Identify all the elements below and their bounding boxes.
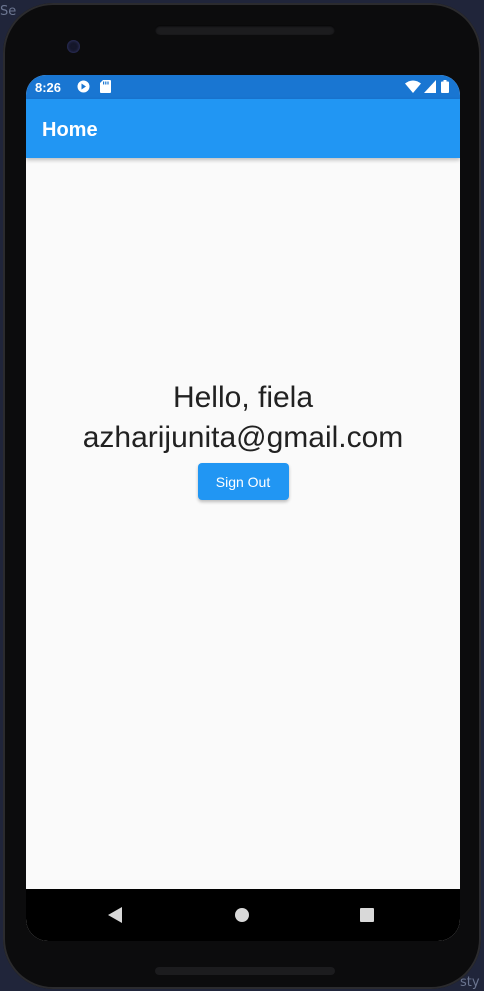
google-play-icon <box>77 80 90 96</box>
greeting-text: Hello, fiela <box>172 381 314 414</box>
app-bar: Home <box>26 99 460 158</box>
emulator-window: Se sty 8:26 Home Hello, fiela azharijuni… <box>0 0 484 991</box>
user-info: Hello, fiela azharijunita@gmail.com Sign… <box>26 378 460 500</box>
speaker-grille <box>155 25 335 35</box>
back-icon[interactable] <box>108 907 122 923</box>
sign-out-button[interactable]: Sign Out <box>197 463 289 500</box>
email-text: azharijunita@gmail.com <box>82 421 404 454</box>
background-text: Se <box>0 4 17 19</box>
wifi-icon <box>405 80 421 96</box>
sd-card-icon <box>100 80 111 96</box>
device-screen: 8:26 Home Hello, fiela azharijunita@gmai… <box>26 75 460 941</box>
battery-icon <box>441 80 449 96</box>
front-camera-icon <box>67 40 80 53</box>
recents-icon[interactable] <box>360 908 374 922</box>
phone-frame: 8:26 Home Hello, fiela azharijunita@gmai… <box>3 3 481 989</box>
speaker-grille <box>155 967 335 975</box>
status-time: 8:26 <box>35 80 62 95</box>
home-icon[interactable] <box>235 908 249 922</box>
page-title: Home <box>42 119 98 141</box>
signal-icon <box>424 80 436 96</box>
navigation-bar <box>26 889 460 941</box>
status-bar: 8:26 <box>26 75 460 99</box>
